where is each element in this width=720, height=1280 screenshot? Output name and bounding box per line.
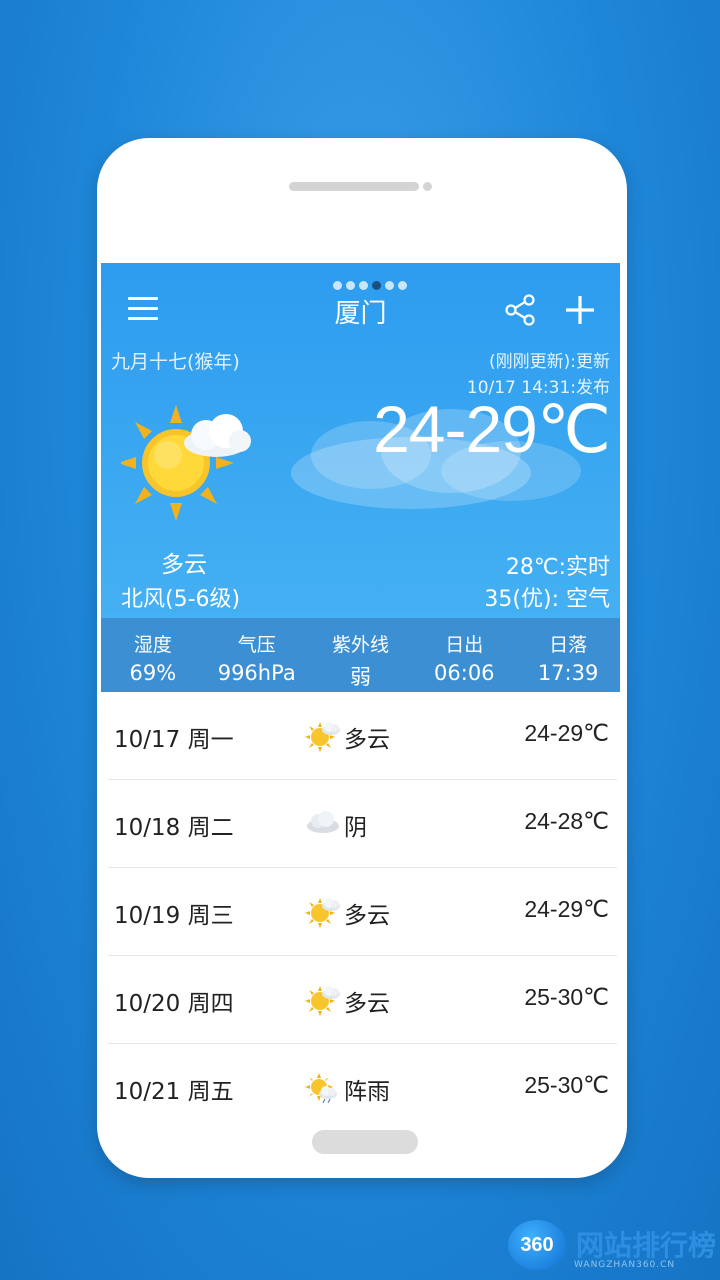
forecast-temperature: 24-29℃ xyxy=(524,896,609,922)
page-dot[interactable] xyxy=(398,281,407,290)
forecast-temperature: 24-28℃ xyxy=(524,808,609,834)
forecast-weather: 多云 xyxy=(344,727,390,753)
stat-label: 日落 xyxy=(549,634,588,656)
phone-speaker xyxy=(289,182,419,191)
add-city-icon[interactable] xyxy=(563,293,597,327)
forecast-date: 10/21 周五 xyxy=(114,1079,234,1105)
wind-info: 北风(5-6级) xyxy=(121,587,241,612)
forecast-weather: 多云 xyxy=(344,903,390,929)
phone-camera xyxy=(423,182,432,191)
forecast-weather: 多云 xyxy=(344,991,390,1017)
page-dot[interactable] xyxy=(333,281,342,290)
forecast-row[interactable]: 10/21 周五 阵雨 25-30℃ xyxy=(108,1044,617,1109)
stat-sunrise: 日出 06:06 xyxy=(412,618,516,692)
page-dot-active[interactable] xyxy=(372,281,381,290)
stat-sunset: 日落 17:39 xyxy=(516,618,620,692)
stat-label: 气压 xyxy=(237,634,276,656)
stat-uv: 紫外线 弱 xyxy=(309,618,413,692)
watermark: 360 网站排行榜 WANGZHAN360.CN xyxy=(508,1220,720,1280)
stat-value: 06:06 xyxy=(434,661,495,685)
city-title: 厦门 xyxy=(334,299,387,329)
current-condition: 多云 xyxy=(161,552,207,578)
forecast-row[interactable]: 10/17 周一 多云 24-29℃ xyxy=(108,692,617,780)
share-icon[interactable] xyxy=(503,293,537,327)
watermark-title: 网站排行榜 xyxy=(576,1229,717,1262)
partly-cloudy-icon xyxy=(305,986,340,1016)
stat-value: 996hPa xyxy=(217,661,296,685)
stat-label: 湿度 xyxy=(133,634,172,656)
forecast-temperature: 25-30℃ xyxy=(524,1072,609,1098)
stat-humidity: 湿度 69% xyxy=(101,618,205,692)
stat-value: 69% xyxy=(129,661,177,685)
partly-cloudy-icon xyxy=(305,898,340,928)
air-quality[interactable]: 35(优): 空气 xyxy=(484,581,610,613)
app-screen: 厦门 九月十七(猴年) (刚刚更新):更新 10/17 14:31:发布 24-… xyxy=(101,263,620,1109)
partly-cloudy-icon xyxy=(305,722,340,752)
overcast-icon xyxy=(307,811,339,833)
forecast-list: 10/17 周一 多云 24-29℃ 10/18 周二 阴 24-28℃ 10/… xyxy=(108,692,617,1109)
shower-icon xyxy=(305,1073,337,1104)
forecast-row[interactable]: 10/20 周四 多云 25-30℃ xyxy=(108,956,617,1044)
stat-label: 日出 xyxy=(445,634,484,656)
update-status[interactable]: (刚刚更新):更新 xyxy=(489,347,610,372)
forecast-row[interactable]: 10/19 周三 多云 24-29℃ xyxy=(108,868,617,956)
forecast-date: 10/18 周二 xyxy=(114,815,234,841)
temperature-range: 24-29℃ xyxy=(373,392,611,466)
stat-value: 弱 xyxy=(349,665,371,689)
realtime-temperature: 28℃:实时 xyxy=(505,555,610,580)
page-dot[interactable] xyxy=(385,281,394,290)
watermark-badge: 360 xyxy=(508,1220,566,1270)
page-indicator[interactable] xyxy=(333,281,407,290)
forecast-weather: 阵雨 xyxy=(344,1079,390,1105)
forecast-temperature: 24-29℃ xyxy=(524,720,609,746)
forecast-date: 10/19 周三 xyxy=(114,903,234,929)
stat-pressure: 气压 996hPa xyxy=(205,618,309,692)
stats-bar: 湿度 69% 气压 996hPa 紫外线 弱 日出 06:06 日落 17:39 xyxy=(101,618,620,692)
phone-home-button[interactable] xyxy=(312,1130,418,1154)
page-dot[interactable] xyxy=(346,281,355,290)
partly-cloudy-icon xyxy=(121,405,251,521)
stat-value: 17:39 xyxy=(537,661,599,685)
forecast-weather: 阴 xyxy=(344,815,367,841)
forecast-temperature: 25-30℃ xyxy=(524,984,609,1010)
stat-label: 紫外线 xyxy=(331,634,389,656)
forecast-row[interactable]: 10/18 周二 阴 24-28℃ xyxy=(108,780,617,868)
current-weather-panel: 厦门 九月十七(猴年) (刚刚更新):更新 10/17 14:31:发布 24-… xyxy=(101,263,620,618)
lunar-date: 九月十七(猴年) xyxy=(111,351,240,373)
forecast-date: 10/17 周一 xyxy=(114,727,234,753)
forecast-date: 10/20 周四 xyxy=(114,991,234,1017)
page-dot[interactable] xyxy=(359,281,368,290)
watermark-subtitle: WANGZHAN360.CN xyxy=(574,1260,676,1270)
